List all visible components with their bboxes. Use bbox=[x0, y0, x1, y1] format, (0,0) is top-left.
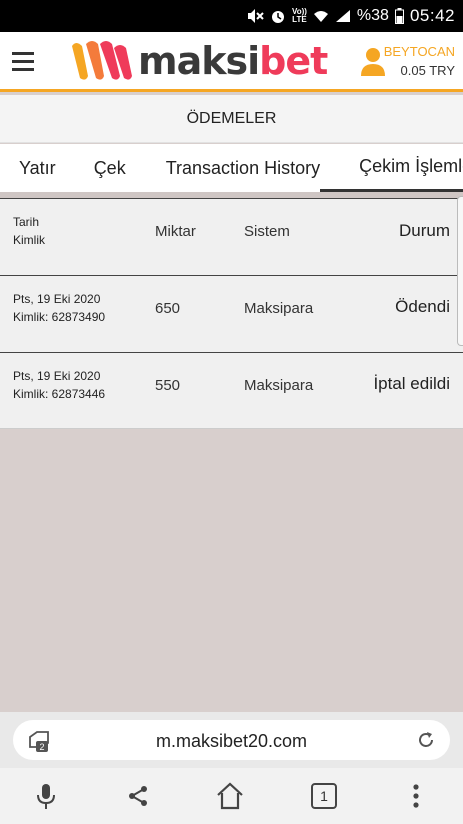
withdrawals-table: Tarih Kimlik Miktar Sistem Durum Pts, 19… bbox=[0, 198, 463, 429]
column-header-status: Durum bbox=[398, 221, 450, 240]
user-avatar-icon[interactable] bbox=[360, 46, 386, 76]
row-status-cell: İptal edildi bbox=[373, 374, 450, 393]
home-button[interactable] bbox=[215, 780, 245, 812]
row-amount-cell: 550 bbox=[155, 377, 181, 394]
wifi-icon bbox=[313, 9, 329, 23]
battery-icon bbox=[394, 8, 404, 24]
page-title: ÖDEMELER bbox=[0, 95, 463, 143]
battery-percent: %38 bbox=[356, 7, 389, 24]
row-system-cell: Maksipara bbox=[244, 377, 314, 394]
logo-text: maksibet bbox=[138, 39, 328, 83]
column-header-system: Sistem bbox=[244, 223, 290, 240]
more-vertical-icon bbox=[413, 784, 419, 808]
alarm-icon bbox=[270, 8, 286, 24]
tab-withdrawals[interactable]: Çekim İşlemleri bbox=[320, 144, 463, 192]
table-row: Pts, 19 Eki 2020 Kimlik: 62873446 550 Ma… bbox=[0, 352, 463, 429]
mute-icon bbox=[246, 8, 264, 24]
browser-toolbar: 1 bbox=[0, 768, 463, 824]
voice-search-button[interactable] bbox=[31, 780, 61, 812]
row-date-cell: Pts, 19 Eki 2020 Kimlik: 62873446 bbox=[13, 369, 106, 401]
address-bar[interactable]: 2 m.maksibet20.com bbox=[13, 720, 450, 760]
site-logo[interactable]: maksibet bbox=[70, 36, 328, 86]
volte-icon: Vo)) LTE bbox=[292, 8, 307, 24]
share-icon bbox=[129, 786, 147, 806]
payment-tabs: Yatır Çek Transaction History Çekim İşle… bbox=[0, 144, 463, 192]
tab-transaction-history[interactable]: Transaction History bbox=[126, 144, 320, 192]
tab-deposit[interactable]: Yatır bbox=[0, 144, 56, 192]
browser-url-area: 2 m.maksibet20.com bbox=[0, 712, 463, 768]
reload-icon[interactable] bbox=[416, 730, 436, 750]
column-header-amount: Miktar bbox=[155, 223, 196, 240]
menu-icon[interactable] bbox=[12, 52, 34, 72]
logo-mark-icon bbox=[72, 41, 132, 80]
home-icon bbox=[217, 782, 243, 810]
row-amount-cell: 650 bbox=[155, 300, 181, 317]
share-button[interactable] bbox=[123, 780, 153, 812]
tabs-button[interactable]: 1 bbox=[309, 780, 339, 812]
url-text[interactable]: m.maksibet20.com bbox=[13, 731, 450, 752]
microphone-icon bbox=[37, 784, 55, 809]
tab-count: 1 bbox=[311, 783, 337, 809]
row-status-cell: Ödendi bbox=[395, 297, 450, 316]
column-header-date: Tarih Kimlik bbox=[13, 215, 45, 247]
more-menu-button[interactable] bbox=[401, 780, 431, 812]
table-header-row: Tarih Kimlik Miktar Sistem Durum bbox=[0, 198, 463, 275]
site-header: maksibet BEYTOCAN 0.05 TRY bbox=[0, 32, 463, 92]
lte-label: LTE bbox=[292, 15, 307, 24]
status-bar: Vo)) LTE %38 05:42 bbox=[0, 0, 463, 32]
row-system-cell: Maksipara bbox=[244, 300, 314, 317]
scroll-handle[interactable] bbox=[457, 196, 463, 346]
balance: 0.05 TRY bbox=[400, 63, 455, 78]
table-row: Pts, 19 Eki 2020 Kimlik: 62873490 650 Ma… bbox=[0, 275, 463, 352]
clock: 05:42 bbox=[409, 6, 455, 25]
username[interactable]: BEYTOCAN bbox=[384, 44, 455, 59]
tab-withdraw[interactable]: Çek bbox=[56, 144, 126, 192]
row-date-cell: Pts, 19 Eki 2020 Kimlik: 62873490 bbox=[13, 292, 106, 324]
signal-icon bbox=[335, 9, 351, 23]
